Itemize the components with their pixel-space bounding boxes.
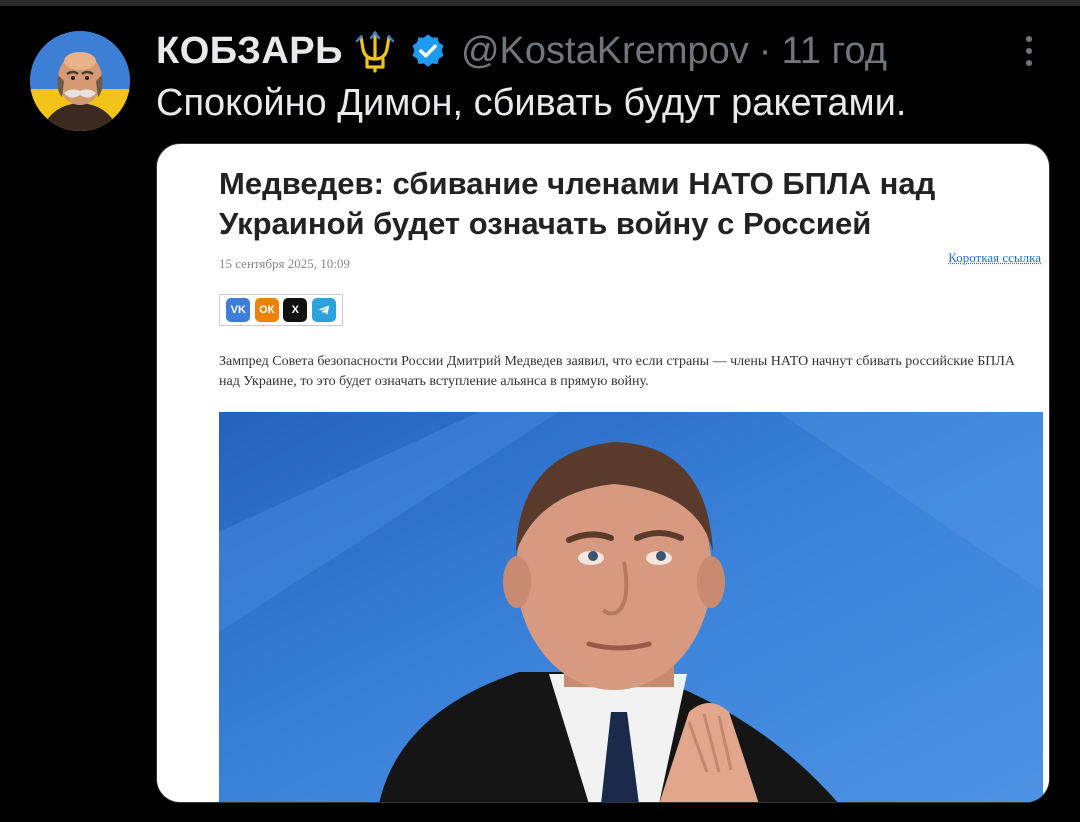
article-headline: Медведев: сбивание членами НАТО БПЛА над… [219, 166, 936, 241]
share-buttons: VK ОК X [219, 294, 343, 326]
separator-dot: · [758, 29, 772, 72]
verified-badge-icon[interactable] [409, 32, 447, 70]
article-photo [219, 412, 1043, 802]
article-date: 15 сентября 2025, 10:09 [219, 256, 350, 271]
x-icon: X [283, 298, 308, 322]
more-vertical-icon[interactable] [1017, 36, 1041, 72]
trident-icon [353, 29, 397, 73]
x-label: X [291, 304, 299, 316]
ok-label: ОК [259, 304, 275, 316]
avatar-portrait-icon [30, 31, 130, 131]
short-link: Короткая ссылка [948, 250, 1041, 265]
vk-icon: VK [226, 298, 251, 322]
author-handle[interactable]: @KostaKrempov [461, 30, 749, 73]
top-divider [0, 0, 1080, 6]
avatar[interactable] [30, 31, 130, 131]
author-name[interactable]: КОБЗАРЬ [156, 30, 343, 73]
vk-label: VK [230, 304, 246, 316]
tweet-media-image[interactable]: Медведев: сбивание членами НАТО БПЛА над… [156, 143, 1050, 803]
portrait-photo-icon [219, 412, 1043, 802]
post-time[interactable]: 11 год [781, 30, 887, 73]
article-lead: Зампред Совета безопасности России Дмитр… [219, 354, 1016, 389]
tweet-screen: КОБЗАРЬ @KostaKrempov · 11 год Спокойно … [0, 0, 1080, 822]
telegram-icon [311, 298, 336, 322]
tweet-text: Спокойно Димон, сбивать будут ракетами. [156, 82, 907, 124]
odnoklassniki-icon: ОК [254, 298, 279, 322]
tweet-header: КОБЗАРЬ @KostaKrempov · 11 год [156, 26, 887, 76]
